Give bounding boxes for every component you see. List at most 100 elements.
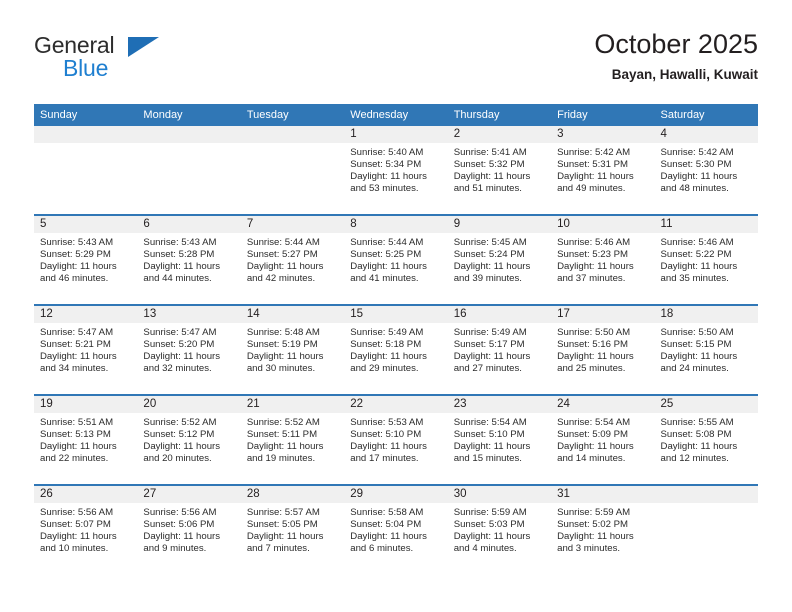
calendar-day-cell[interactable]: 1 Sunrise: 5:40 AM Sunset: 5:34 PM Daylight… <box>344 126 448 215</box>
calendar-day-cell[interactable]: 4 Sunrise: 5:42 AM Sunset: 5:30 PM Daylight… <box>654 126 758 215</box>
sunset-time: Sunset: 5:19 PM <box>246 339 318 351</box>
day-number: 3 <box>551 126 655 143</box>
day-cell-content: 8 Sunrise: 5:44 AM Sunset: 5:25 PM Daylight… <box>344 216 448 304</box>
day-details: Sunrise: 5:47 AM Sunset: 5:21 PM Daylight:… <box>34 323 137 375</box>
day-details: Sunrise: 5:51 AM Sunset: 5:13 PM Daylight:… <box>34 413 137 465</box>
daylight-duration-line2: and 49 minutes. <box>557 183 626 195</box>
calendar-day-cell[interactable] <box>137 126 241 215</box>
calendar-day-cell[interactable]: 27 Sunrise: 5:56 AM Sunset: 5:06 PM Dayligh… <box>137 484 241 574</box>
sunset-time: Sunset: 5:10 PM <box>350 429 422 441</box>
day-cell-empty <box>240 126 345 214</box>
logo-text-blue: Blue <box>63 55 109 81</box>
daylight-duration-line2: and 39 minutes. <box>453 273 522 285</box>
day-cell-content: 17 Sunrise: 5:50 AM Sunset: 5:16 PM Dayligh… <box>551 306 655 394</box>
calendar-day-cell[interactable] <box>240 126 345 215</box>
sunrise-time: Sunrise: 5:54 AM <box>557 417 631 428</box>
daylight-duration-line1: Daylight: 11 hours <box>246 531 324 543</box>
calendar-day-cell[interactable]: 11 Sunrise: 5:46 AM Sunset: 5:22 PM Dayligh… <box>654 214 758 305</box>
day-details: Sunrise: 5:59 AM Sunset: 5:02 PM Daylight:… <box>551 503 654 555</box>
calendar-day-cell[interactable]: 22 Sunrise: 5:53 AM Sunset: 5:10 PM Dayligh… <box>344 394 448 485</box>
sunrise-time: Sunrise: 5:59 AM <box>557 507 631 518</box>
day-details: Sunrise: 5:57 AM Sunset: 5:05 PM Daylight:… <box>241 503 344 555</box>
calendar-day-cell[interactable]: 3 Sunrise: 5:42 AM Sunset: 5:31 PM Daylight… <box>551 126 655 215</box>
day-number: 30 <box>447 486 552 503</box>
daylight-duration-line1: Daylight: 11 hours <box>350 261 427 273</box>
daylight-duration-line1: Daylight: 11 hours <box>660 171 738 183</box>
day-number: 19 <box>34 396 138 413</box>
calendar-day-cell[interactable]: 23 Sunrise: 5:54 AM Sunset: 5:10 PM Dayligh… <box>447 394 552 485</box>
daylight-duration-line1: Daylight: 11 hours <box>350 351 427 363</box>
day-details: Sunrise: 5:55 AM Sunset: 5:08 PM Daylight:… <box>655 413 758 465</box>
calendar-day-cell[interactable]: 8 Sunrise: 5:44 AM Sunset: 5:25 PM Daylight… <box>344 214 448 305</box>
day-details: Sunrise: 5:47 AM Sunset: 5:20 PM Daylight:… <box>137 323 240 375</box>
sunset-time: Sunset: 5:21 PM <box>40 339 111 351</box>
daylight-duration-line1: Daylight: 11 hours <box>40 531 117 543</box>
day-number: 24 <box>551 396 655 413</box>
day-details: Sunrise: 5:48 AM Sunset: 5:19 PM Daylight:… <box>241 323 344 375</box>
calendar-day-cell[interactable]: 19 Sunrise: 5:51 AM Sunset: 5:13 PM Dayligh… <box>34 394 138 485</box>
sunset-time: Sunset: 5:34 PM <box>350 159 422 171</box>
weekday-header-friday: Friday <box>551 104 655 126</box>
sunset-time: Sunset: 5:16 PM <box>557 339 629 351</box>
day-number: 15 <box>344 306 448 323</box>
calendar-day-cell[interactable]: 10 Sunrise: 5:46 AM Sunset: 5:23 PM Dayligh… <box>551 214 655 305</box>
daylight-duration-line2: and 51 minutes. <box>453 183 522 195</box>
daylight-duration-line1: Daylight: 11 hours <box>453 531 531 543</box>
daylight-duration-line1: Daylight: 11 hours <box>246 441 324 453</box>
calendar-day-cell[interactable]: 25 Sunrise: 5:55 AM Sunset: 5:08 PM Dayligh… <box>654 394 758 485</box>
calendar-day-cell[interactable]: 31 Sunrise: 5:59 AM Sunset: 5:02 PM Dayligh… <box>551 484 655 574</box>
daylight-duration-line2: and 9 minutes. <box>143 543 207 555</box>
calendar-day-cell[interactable]: 21 Sunrise: 5:52 AM Sunset: 5:11 PM Dayligh… <box>240 394 345 485</box>
calendar-day-cell[interactable]: 14 Sunrise: 5:48 AM Sunset: 5:19 PM Dayligh… <box>240 304 345 395</box>
daylight-duration-line1: Daylight: 11 hours <box>660 441 738 453</box>
day-cell-content: 31 Sunrise: 5:59 AM Sunset: 5:02 PM Dayligh… <box>551 486 655 574</box>
calendar-day-cell[interactable]: 28 Sunrise: 5:57 AM Sunset: 5:05 PM Dayligh… <box>240 484 345 574</box>
calendar-day-cell[interactable]: 16 Sunrise: 5:49 AM Sunset: 5:17 PM Dayligh… <box>447 304 552 395</box>
day-details: Sunrise: 5:58 AM Sunset: 5:04 PM Daylight:… <box>344 503 447 555</box>
calendar-week-row: 12 Sunrise: 5:47 AM Sunset: 5:21 PM Dayligh… <box>34 304 758 395</box>
day-number: 11 <box>654 216 758 233</box>
calendar-day-cell[interactable] <box>654 484 758 574</box>
calendar-day-cell[interactable]: 29 Sunrise: 5:58 AM Sunset: 5:04 PM Dayligh… <box>344 484 448 574</box>
day-number <box>34 126 138 143</box>
sunrise-time: Sunrise: 5:51 AM <box>40 417 114 428</box>
sunrise-time: Sunrise: 5:46 AM <box>557 237 631 248</box>
calendar-day-cell[interactable]: 13 Sunrise: 5:47 AM Sunset: 5:20 PM Dayligh… <box>137 304 241 395</box>
daylight-duration-line1: Daylight: 11 hours <box>40 441 117 453</box>
calendar-day-cell[interactable]: 15 Sunrise: 5:49 AM Sunset: 5:18 PM Dayligh… <box>344 304 448 395</box>
calendar-day-cell[interactable]: 24 Sunrise: 5:54 AM Sunset: 5:09 PM Dayligh… <box>551 394 655 485</box>
calendar-week-row: 5 Sunrise: 5:43 AM Sunset: 5:29 PM Daylight… <box>34 214 758 305</box>
calendar-day-cell[interactable]: 18 Sunrise: 5:50 AM Sunset: 5:15 PM Dayligh… <box>654 304 758 395</box>
calendar-day-cell[interactable] <box>34 126 138 215</box>
day-details: Sunrise: 5:53 AM Sunset: 5:10 PM Daylight:… <box>344 413 447 465</box>
day-number: 17 <box>551 306 655 323</box>
calendar-day-cell[interactable]: 9 Sunrise: 5:45 AM Sunset: 5:24 PM Daylight… <box>447 214 552 305</box>
calendar-day-cell[interactable]: 7 Sunrise: 5:44 AM Sunset: 5:27 PM Daylight… <box>240 214 345 305</box>
day-cell-content: 28 Sunrise: 5:57 AM Sunset: 5:05 PM Dayligh… <box>240 486 345 574</box>
daylight-duration-line1: Daylight: 11 hours <box>246 351 324 363</box>
daylight-duration-line2: and 3 minutes. <box>557 543 621 555</box>
sunrise-time: Sunrise: 5:52 AM <box>143 417 217 428</box>
calendar-day-cell[interactable]: 12 Sunrise: 5:47 AM Sunset: 5:21 PM Dayligh… <box>34 304 138 395</box>
day-cell-content: 18 Sunrise: 5:50 AM Sunset: 5:15 PM Dayligh… <box>654 306 758 394</box>
calendar-day-cell[interactable]: 30 Sunrise: 5:59 AM Sunset: 5:03 PM Dayligh… <box>447 484 552 574</box>
day-cell-content: 13 Sunrise: 5:47 AM Sunset: 5:20 PM Dayligh… <box>137 306 241 394</box>
sunset-time: Sunset: 5:23 PM <box>557 249 629 261</box>
sunrise-time: Sunrise: 5:50 AM <box>557 327 631 338</box>
calendar-body: 1 Sunrise: 5:40 AM Sunset: 5:34 PM Daylight… <box>34 126 758 574</box>
calendar-day-cell[interactable]: 20 Sunrise: 5:52 AM Sunset: 5:12 PM Dayligh… <box>137 394 241 485</box>
day-number: 1 <box>344 126 448 143</box>
calendar-day-cell[interactable]: 17 Sunrise: 5:50 AM Sunset: 5:16 PM Dayligh… <box>551 304 655 395</box>
sunrise-time: Sunrise: 5:47 AM <box>143 327 217 338</box>
calendar-day-cell[interactable]: 6 Sunrise: 5:43 AM Sunset: 5:28 PM Daylight… <box>137 214 241 305</box>
day-cell-empty <box>654 486 758 574</box>
calendar-day-cell[interactable]: 5 Sunrise: 5:43 AM Sunset: 5:29 PM Daylight… <box>34 214 138 305</box>
sunrise-time: Sunrise: 5:53 AM <box>350 417 424 428</box>
day-cell-content: 19 Sunrise: 5:51 AM Sunset: 5:13 PM Dayligh… <box>34 396 138 484</box>
calendar-day-cell[interactable]: 2 Sunrise: 5:41 AM Sunset: 5:32 PM Daylight… <box>447 126 552 215</box>
sunset-time: Sunset: 5:13 PM <box>40 429 111 441</box>
day-number <box>137 126 241 143</box>
day-cell-content: 9 Sunrise: 5:45 AM Sunset: 5:24 PM Daylight… <box>447 216 552 304</box>
day-cell-content: 2 Sunrise: 5:41 AM Sunset: 5:32 PM Daylight… <box>447 126 552 214</box>
calendar-day-cell[interactable]: 26 Sunrise: 5:56 AM Sunset: 5:07 PM Dayligh… <box>34 484 138 574</box>
